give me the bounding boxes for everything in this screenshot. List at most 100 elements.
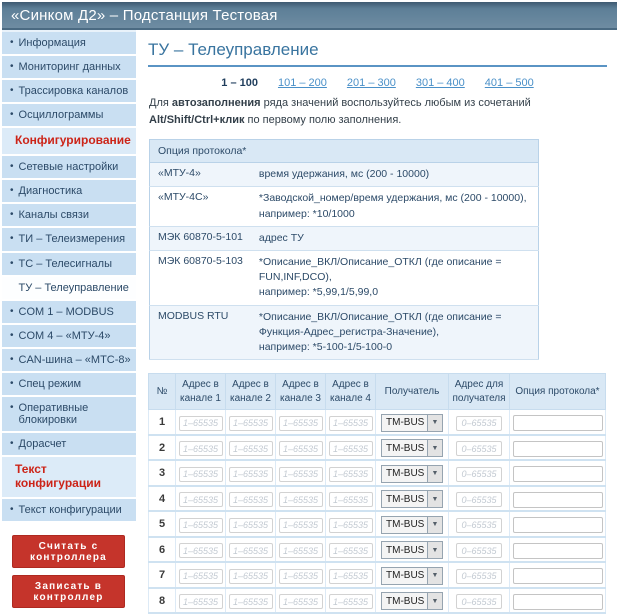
- sidebar-item[interactable]: • Диагностика: [2, 180, 136, 205]
- sidebar-item[interactable]: • Текст конфигурации: [2, 498, 136, 524]
- sidebar-item-label: Текст конфигурации: [18, 503, 122, 516]
- address-input-channel-4[interactable]: [328, 466, 373, 482]
- address-input-channel-4[interactable]: [328, 441, 373, 457]
- protocol-option-input[interactable]: [512, 440, 603, 457]
- address-input-channel-2[interactable]: [228, 568, 273, 584]
- protocol-option-input[interactable]: [512, 568, 603, 585]
- address-input-channel-1[interactable]: [178, 594, 223, 610]
- protocol-name: МЭК 60870-5-101: [149, 226, 251, 251]
- sidebar-item[interactable]: • ТИ – Телеизмерения: [2, 228, 136, 253]
- address-input-channel-2[interactable]: [228, 517, 273, 533]
- address-input-channel-3[interactable]: [278, 594, 323, 610]
- sidebar-item[interactable]: • CAN-шина – «МТС-8»: [2, 348, 136, 374]
- address-input-channel-1[interactable]: [178, 441, 223, 457]
- address-input-channel-4[interactable]: [328, 415, 373, 431]
- autofill-hint: Для автозаполнения ряда значений восполь…: [149, 95, 607, 129]
- recipient-address-input[interactable]: [456, 466, 502, 482]
- recipient-address-input[interactable]: [456, 594, 502, 610]
- protocol-option-input[interactable]: [512, 593, 603, 610]
- protocol-option-input[interactable]: [512, 466, 603, 483]
- recipient-address-input[interactable]: [456, 415, 502, 431]
- address-input-channel-3[interactable]: [278, 415, 323, 431]
- sidebar-item[interactable]: • ТС – Телесигналы: [2, 252, 136, 277]
- address-input-channel-2[interactable]: [228, 441, 273, 457]
- address-input-channel-3[interactable]: [278, 568, 323, 584]
- chevron-down-icon: ▼: [427, 465, 442, 482]
- address-input-channel-4[interactable]: [328, 568, 373, 584]
- recipient-select[interactable]: TM-BUS ▼: [381, 464, 443, 483]
- recipient-select-value: TM-BUS: [386, 595, 425, 607]
- address-input-channel-1[interactable]: [178, 543, 223, 559]
- protocol-option-input[interactable]: [512, 517, 603, 534]
- recipient-address-input[interactable]: [456, 492, 502, 508]
- recipient-select[interactable]: TM-BUS ▼: [381, 413, 443, 432]
- address-input-channel-3[interactable]: [278, 492, 323, 508]
- bullet-icon: •: [10, 329, 14, 341]
- protocol-description-line: *Описание_ВКЛ/Описание_ОТКЛ (где описани…: [258, 255, 502, 284]
- address-input-channel-2[interactable]: [228, 543, 273, 559]
- address-input-channel-4[interactable]: [328, 594, 373, 610]
- sidebar-item[interactable]: • Информация: [2, 32, 136, 57]
- protocol-option-row: MODBUS RTU *Описание_ВКЛ/Описание_ОТКЛ (г…: [149, 305, 539, 361]
- pagination-current: 1 – 100: [221, 77, 258, 89]
- read-from-controller-button[interactable]: Считать с контроллера: [12, 535, 125, 569]
- address-input-channel-4[interactable]: [328, 492, 373, 508]
- pagination-link[interactable]: 101 – 200: [278, 77, 327, 89]
- protocol-option-input[interactable]: [512, 491, 603, 508]
- sidebar-item-label: Диагностика: [18, 185, 83, 198]
- sidebar-item[interactable]: • COM 1 – MODBUS: [2, 300, 136, 325]
- recipient-address-input[interactable]: [456, 568, 502, 584]
- recipient-select[interactable]: TM-BUS ▼: [381, 566, 443, 585]
- recipient-select[interactable]: TM-BUS ▼: [381, 490, 443, 509]
- sidebar-item-selected[interactable]: •ТУ – Телеуправление: [2, 276, 136, 301]
- address-input-channel-2[interactable]: [228, 594, 273, 610]
- bullet-icon: •: [10, 402, 14, 414]
- address-input-channel-2[interactable]: [228, 466, 273, 482]
- hint-segment: ряда значений воспользуйтесь любым из со…: [260, 97, 531, 109]
- sidebar-item[interactable]: • COM 4 – «МТУ-4»: [2, 324, 136, 349]
- address-input-channel-2[interactable]: [228, 492, 273, 508]
- sidebar-item[interactable]: • Спец режим: [2, 373, 136, 398]
- recipient-select[interactable]: TM-BUS ▼: [381, 439, 443, 458]
- recipient-select[interactable]: TM-BUS ▼: [381, 541, 443, 560]
- address-input-channel-3[interactable]: [278, 543, 323, 559]
- protocol-option-input[interactable]: [512, 542, 603, 559]
- sidebar-item[interactable]: • Дорасчет: [2, 433, 136, 458]
- address-input-channel-1[interactable]: [178, 492, 223, 508]
- recipient-address-input[interactable]: [456, 543, 502, 559]
- address-input-channel-1[interactable]: [178, 466, 223, 482]
- pagination-link[interactable]: 301 – 400: [416, 77, 465, 89]
- sidebar: • Информация • Мониторинг данных • Трассировк…: [2, 30, 136, 609]
- row-number: 5: [148, 510, 176, 538]
- sidebar-item[interactable]: • Оперативные блокировки: [2, 397, 136, 434]
- sidebar-item-label: COM 4 – «МТУ-4»: [18, 329, 111, 342]
- protocol-description: *Описание_ВКЛ/Описание_ОТКЛ (где описани…: [250, 305, 539, 361]
- address-input-channel-1[interactable]: [178, 415, 223, 431]
- sidebar-item[interactable]: • Осциллограммы: [2, 104, 136, 129]
- recipient-address-input[interactable]: [456, 441, 502, 457]
- address-input-channel-3[interactable]: [278, 517, 323, 533]
- address-input-channel-1[interactable]: [178, 568, 223, 584]
- main-content: ТУ – Телеуправление 1 – 100 101 – 200 201 …: [136, 30, 617, 614]
- protocol-option-row: МЭК 60870-5-103 *Описание_ВКЛ/Описание_ОТ…: [149, 250, 539, 306]
- recipient-address-input[interactable]: [456, 517, 502, 533]
- pagination-link[interactable]: 201 – 300: [347, 77, 396, 89]
- address-input-channel-1[interactable]: [178, 517, 223, 533]
- protocol-option-input[interactable]: [512, 415, 603, 432]
- address-input-channel-3[interactable]: [278, 441, 323, 457]
- sidebar-item[interactable]: • Каналы связи: [2, 204, 136, 229]
- recipient-select[interactable]: TM-BUS ▼: [381, 592, 443, 611]
- sidebar-item-label: Информация: [18, 37, 86, 49]
- sidebar-item[interactable]: • Сетевые настройки: [2, 156, 136, 181]
- pagination-link[interactable]: 401 – 500: [485, 77, 534, 89]
- sidebar-item[interactable]: • Трассировка каналов: [2, 80, 136, 105]
- sidebar-item[interactable]: • Мониторинг данных: [2, 56, 136, 81]
- address-input-channel-2[interactable]: [228, 415, 273, 431]
- write-to-controller-button[interactable]: Записать в контроллер: [12, 575, 125, 609]
- address-input-channel-4[interactable]: [328, 543, 373, 559]
- address-input-channel-4[interactable]: [328, 517, 373, 533]
- telecontrol-table: № Адрес в канале 1 Адрес в канале 2 Адрес в…: [148, 373, 606, 614]
- address-input-channel-3[interactable]: [278, 466, 323, 482]
- recipient-select[interactable]: TM-BUS ▼: [381, 515, 443, 534]
- recipient-select-value: TM-BUS: [386, 417, 425, 429]
